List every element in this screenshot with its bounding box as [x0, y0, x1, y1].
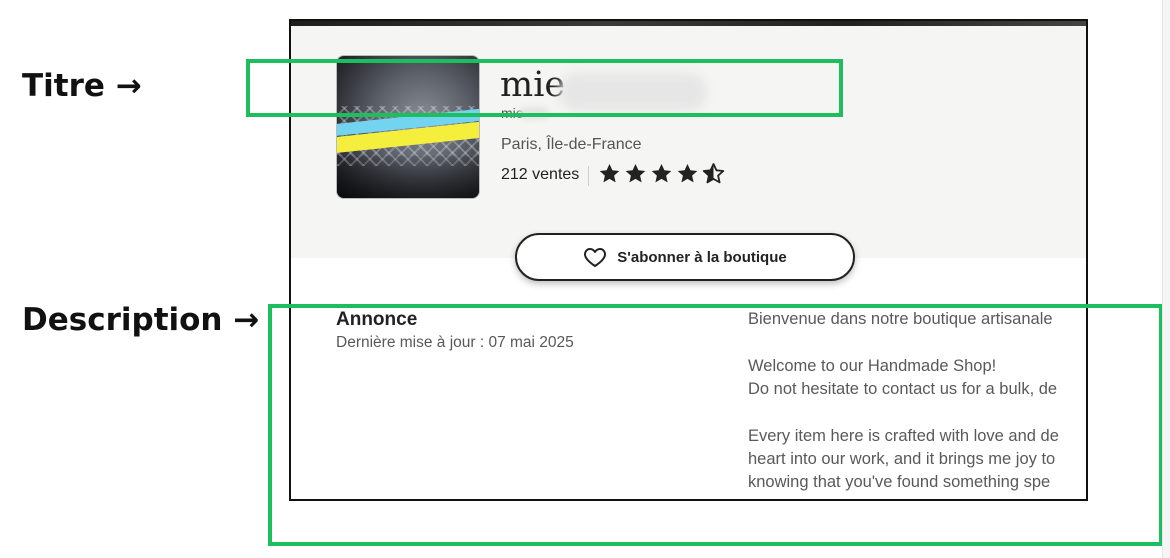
heart-icon: [584, 248, 607, 267]
shop-location: Paris, Île-de-France: [501, 136, 642, 153]
title-highlight-box: [246, 59, 843, 117]
star-icon: [599, 164, 620, 183]
star-icon: [651, 164, 672, 183]
avatar-shadow: [337, 156, 479, 198]
description-annotation-label: Description →: [22, 302, 260, 338]
rating-divider: [588, 166, 589, 186]
follow-shop-button[interactable]: S'abonner à la boutique: [515, 233, 855, 281]
title-annotation-label: Titre →: [22, 68, 142, 104]
annotated-shop-screenshot: Titre → Description → mie mie Paris, Île…: [0, 0, 1170, 558]
description-highlight-box: [268, 304, 1163, 546]
star-icon: [625, 164, 646, 183]
sales-count: 212 ventes: [501, 166, 580, 183]
rating-stars[interactable]: [597, 162, 726, 186]
star-icon: [677, 164, 698, 183]
follow-button-label: S'abonner à la boutique: [617, 248, 787, 266]
half-star-icon: [702, 163, 725, 184]
page-edge: [1162, 0, 1170, 558]
